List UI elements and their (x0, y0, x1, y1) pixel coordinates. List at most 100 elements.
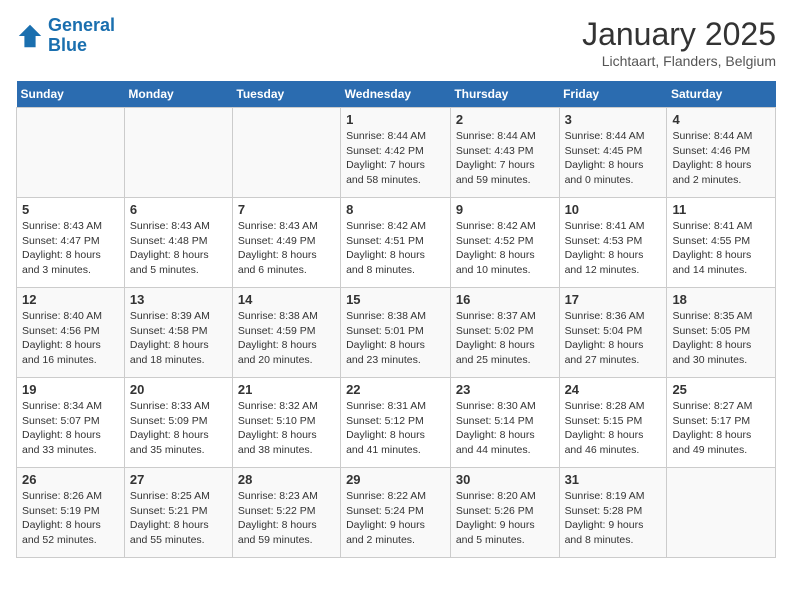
calendar-cell: 29 Sunrise: 8:22 AM Sunset: 5:24 PM Dayli… (341, 468, 451, 558)
calendar-subtitle: Lichtaart, Flanders, Belgium (582, 53, 776, 69)
day-info: Sunrise: 8:28 AM Sunset: 5:15 PM Dayligh… (565, 399, 662, 458)
day-info: Sunrise: 8:44 AM Sunset: 4:46 PM Dayligh… (672, 129, 770, 188)
calendar-cell: 27 Sunrise: 8:25 AM Sunset: 5:21 PM Dayli… (124, 468, 232, 558)
weekday-header-saturday: Saturday (667, 81, 776, 108)
calendar-cell (17, 108, 125, 198)
day-number: 21 (238, 382, 335, 397)
calendar-cell: 10 Sunrise: 8:41 AM Sunset: 4:53 PM Dayli… (559, 198, 667, 288)
calendar-cell (232, 108, 340, 198)
day-number: 2 (456, 112, 554, 127)
day-info: Sunrise: 8:42 AM Sunset: 4:52 PM Dayligh… (456, 219, 554, 278)
day-info: Sunrise: 8:44 AM Sunset: 4:42 PM Dayligh… (346, 129, 445, 188)
calendar-cell: 5 Sunrise: 8:43 AM Sunset: 4:47 PM Daylig… (17, 198, 125, 288)
day-number: 26 (22, 472, 119, 487)
day-number: 14 (238, 292, 335, 307)
calendar-cell: 9 Sunrise: 8:42 AM Sunset: 4:52 PM Daylig… (450, 198, 559, 288)
day-info: Sunrise: 8:42 AM Sunset: 4:51 PM Dayligh… (346, 219, 445, 278)
weekday-header-row: SundayMondayTuesdayWednesdayThursdayFrid… (17, 81, 776, 108)
calendar-cell: 11 Sunrise: 8:41 AM Sunset: 4:55 PM Dayli… (667, 198, 776, 288)
calendar-cell: 25 Sunrise: 8:27 AM Sunset: 5:17 PM Dayli… (667, 378, 776, 468)
day-number: 3 (565, 112, 662, 127)
logo: General Blue (16, 16, 115, 56)
calendar-cell (667, 468, 776, 558)
calendar-cell: 1 Sunrise: 8:44 AM Sunset: 4:42 PM Daylig… (341, 108, 451, 198)
calendar-week-3: 12Sunrise: 8:40 AM Sunset: 4:56 PM Dayli… (17, 288, 776, 378)
day-info: Sunrise: 8:33 AM Sunset: 5:09 PM Dayligh… (130, 399, 227, 458)
day-number: 25 (672, 382, 770, 397)
calendar-title: January 2025 (582, 16, 776, 53)
day-number: 16 (456, 292, 554, 307)
day-info: Sunrise: 8:27 AM Sunset: 5:17 PM Dayligh… (672, 399, 770, 458)
day-number: 20 (130, 382, 227, 397)
day-info: Sunrise: 8:43 AM Sunset: 4:48 PM Dayligh… (130, 219, 227, 278)
day-info: Sunrise: 8:41 AM Sunset: 4:55 PM Dayligh… (672, 219, 770, 278)
calendar-cell: 18 Sunrise: 8:35 AM Sunset: 5:05 PM Dayli… (667, 288, 776, 378)
calendar-cell: 26 Sunrise: 8:26 AM Sunset: 5:19 PM Dayli… (17, 468, 125, 558)
day-info: Sunrise: 8:44 AM Sunset: 4:45 PM Dayligh… (565, 129, 662, 188)
calendar-cell: 21 Sunrise: 8:32 AM Sunset: 5:10 PM Dayli… (232, 378, 340, 468)
day-info: Sunrise: 8:20 AM Sunset: 5:26 PM Dayligh… (456, 489, 554, 548)
day-number: 12 (22, 292, 119, 307)
day-number: 1 (346, 112, 445, 127)
day-number: 28 (238, 472, 335, 487)
day-number: 9 (456, 202, 554, 217)
calendar-cell: 24 Sunrise: 8:28 AM Sunset: 5:15 PM Dayli… (559, 378, 667, 468)
day-info: Sunrise: 8:35 AM Sunset: 5:05 PM Dayligh… (672, 309, 770, 368)
day-info: Sunrise: 8:22 AM Sunset: 5:24 PM Dayligh… (346, 489, 445, 548)
calendar-cell: 22Sunrise: 8:31 AM Sunset: 5:12 PM Dayli… (341, 378, 451, 468)
calendar-week-2: 5 Sunrise: 8:43 AM Sunset: 4:47 PM Daylig… (17, 198, 776, 288)
weekday-header-tuesday: Tuesday (232, 81, 340, 108)
day-info: Sunrise: 8:23 AM Sunset: 5:22 PM Dayligh… (238, 489, 335, 548)
day-info: Sunrise: 8:19 AM Sunset: 5:28 PM Dayligh… (565, 489, 662, 548)
day-info: Sunrise: 8:30 AM Sunset: 5:14 PM Dayligh… (456, 399, 554, 458)
calendar-cell: 28 Sunrise: 8:23 AM Sunset: 5:22 PM Dayli… (232, 468, 340, 558)
calendar-week-4: 19Sunrise: 8:34 AM Sunset: 5:07 PM Dayli… (17, 378, 776, 468)
calendar-cell: 17 Sunrise: 8:36 AM Sunset: 5:04 PM Dayli… (559, 288, 667, 378)
day-info: Sunrise: 8:38 AM Sunset: 4:59 PM Dayligh… (238, 309, 335, 368)
day-number: 4 (672, 112, 770, 127)
calendar-cell: 12Sunrise: 8:40 AM Sunset: 4:56 PM Dayli… (17, 288, 125, 378)
calendar-cell (124, 108, 232, 198)
weekday-header-friday: Friday (559, 81, 667, 108)
calendar-table: SundayMondayTuesdayWednesdayThursdayFrid… (16, 81, 776, 558)
day-info: Sunrise: 8:43 AM Sunset: 4:49 PM Dayligh… (238, 219, 335, 278)
day-number: 11 (672, 202, 770, 217)
day-number: 8 (346, 202, 445, 217)
day-number: 6 (130, 202, 227, 217)
day-info: Sunrise: 8:32 AM Sunset: 5:10 PM Dayligh… (238, 399, 335, 458)
day-info: Sunrise: 8:41 AM Sunset: 4:53 PM Dayligh… (565, 219, 662, 278)
calendar-cell: 14 Sunrise: 8:38 AM Sunset: 4:59 PM Dayli… (232, 288, 340, 378)
day-number: 27 (130, 472, 227, 487)
day-info: Sunrise: 8:38 AM Sunset: 5:01 PM Dayligh… (346, 309, 445, 368)
day-number: 18 (672, 292, 770, 307)
day-info: Sunrise: 8:26 AM Sunset: 5:19 PM Dayligh… (22, 489, 119, 548)
day-number: 7 (238, 202, 335, 217)
weekday-header-wednesday: Wednesday (341, 81, 451, 108)
day-number: 23 (456, 382, 554, 397)
calendar-cell: 6 Sunrise: 8:43 AM Sunset: 4:48 PM Daylig… (124, 198, 232, 288)
day-number: 29 (346, 472, 445, 487)
day-info: Sunrise: 8:43 AM Sunset: 4:47 PM Dayligh… (22, 219, 119, 278)
logo-text: General Blue (48, 16, 115, 56)
day-info: Sunrise: 8:25 AM Sunset: 5:21 PM Dayligh… (130, 489, 227, 548)
calendar-cell: 20 Sunrise: 8:33 AM Sunset: 5:09 PM Dayli… (124, 378, 232, 468)
calendar-week-1: 1 Sunrise: 8:44 AM Sunset: 4:42 PM Daylig… (17, 108, 776, 198)
calendar-cell: 3 Sunrise: 8:44 AM Sunset: 4:45 PM Daylig… (559, 108, 667, 198)
day-number: 31 (565, 472, 662, 487)
weekday-header-monday: Monday (124, 81, 232, 108)
logo-icon (16, 22, 44, 50)
calendar-cell: 2Sunrise: 8:44 AM Sunset: 4:43 PM Daylig… (450, 108, 559, 198)
calendar-cell: 16Sunrise: 8:37 AM Sunset: 5:02 PM Dayli… (450, 288, 559, 378)
calendar-week-5: 26 Sunrise: 8:26 AM Sunset: 5:19 PM Dayli… (17, 468, 776, 558)
day-number: 17 (565, 292, 662, 307)
day-number: 5 (22, 202, 119, 217)
calendar-cell: 4 Sunrise: 8:44 AM Sunset: 4:46 PM Daylig… (667, 108, 776, 198)
day-number: 10 (565, 202, 662, 217)
day-number: 24 (565, 382, 662, 397)
weekday-header-thursday: Thursday (450, 81, 559, 108)
day-info: Sunrise: 8:36 AM Sunset: 5:04 PM Dayligh… (565, 309, 662, 368)
page-header: General Blue January 2025 Lichtaart, Fla… (16, 16, 776, 69)
calendar-cell: 31 Sunrise: 8:19 AM Sunset: 5:28 PM Dayli… (559, 468, 667, 558)
calendar-cell: 15Sunrise: 8:38 AM Sunset: 5:01 PM Dayli… (341, 288, 451, 378)
weekday-header-sunday: Sunday (17, 81, 125, 108)
